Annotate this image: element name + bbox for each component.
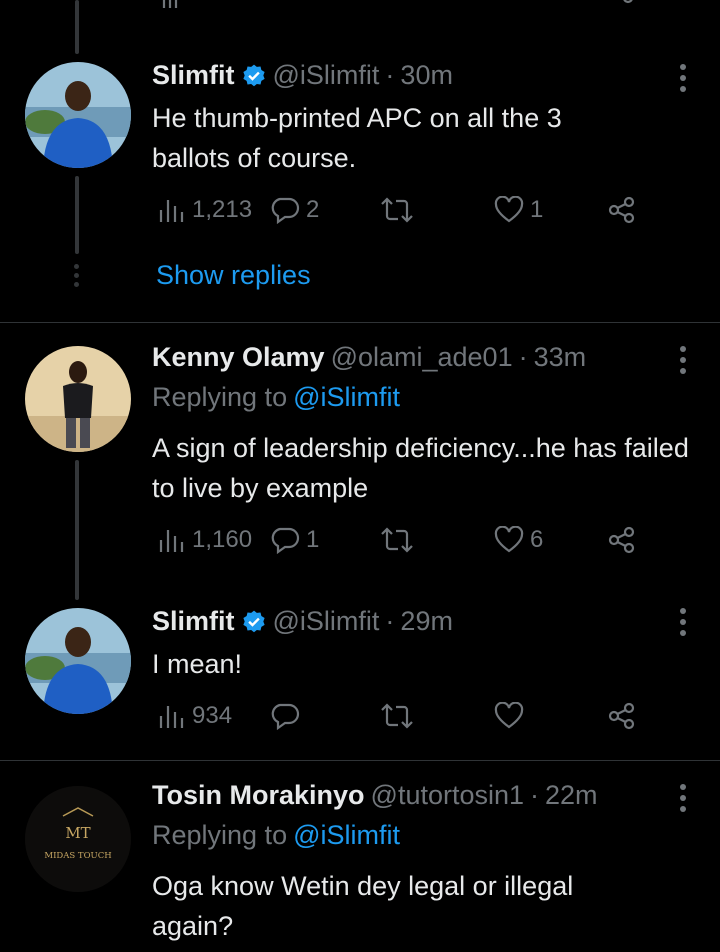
share-icon	[608, 702, 635, 730]
like-button[interactable]: 6	[494, 526, 543, 554]
replying-handle-link[interactable]: @iSlimfit	[293, 382, 400, 413]
separator: ·	[530, 780, 540, 810]
replying-label: Replying to	[152, 382, 288, 412]
reply-button[interactable]	[270, 702, 306, 730]
reply-icon	[271, 527, 300, 554]
tweet-header: Slimfit @iSlimfit · 30m	[152, 60, 459, 91]
reply-button[interactable]: 1	[270, 526, 319, 554]
timestamp[interactable]: 29m	[400, 606, 453, 637]
avatar-logo-text: MIDAS TOUCH	[44, 851, 111, 861]
more-options-icon[interactable]	[678, 346, 688, 374]
avatar[interactable]	[25, 346, 131, 452]
tweet-text: I mean!	[152, 649, 243, 679]
share-icon	[608, 196, 635, 224]
retweet-button[interactable]	[380, 702, 420, 730]
heart-icon	[494, 526, 524, 553]
timestamp[interactable]: 22m	[545, 780, 598, 811]
retweet-icon	[381, 197, 413, 223]
heart-icon	[494, 702, 524, 729]
timestamp[interactable]: 30m	[400, 60, 453, 91]
retweet-icon	[381, 703, 413, 729]
display-name[interactable]: Tosin Morakinyo	[152, 780, 365, 811]
tweet-header: Tosin Morakinyo @tutortosin1 · 22m	[152, 780, 604, 811]
retweet-button[interactable]	[380, 526, 420, 554]
replying-handle-link[interactable]: @iSlimfit	[293, 820, 400, 851]
handle[interactable]: @olami_ade01	[331, 342, 513, 373]
display-name[interactable]: Kenny Olamy	[152, 342, 325, 373]
share-button[interactable]	[608, 702, 636, 730]
reply-button[interactable]: 2	[270, 196, 319, 224]
tweet-text: A sign of leadership deficiency...he has…	[152, 433, 689, 503]
reply-icon[interactable]	[282, 0, 302, 6]
share-icon[interactable]	[616, 0, 640, 10]
action-bar: 934	[152, 702, 652, 742]
thread-gap-dots	[74, 264, 79, 287]
view-count: 934	[192, 702, 233, 729]
separator: ·	[385, 606, 395, 636]
avatar[interactable]	[25, 608, 131, 714]
retweet-icon[interactable]	[388, 0, 418, 10]
avatar[interactable]: MT MIDAS TOUCH	[25, 786, 131, 892]
handle[interactable]: @tutortosin1	[371, 780, 524, 811]
retweet-button[interactable]	[380, 196, 420, 224]
handle[interactable]: @iSlimfit	[273, 60, 380, 91]
display-name[interactable]: Slimfit	[152, 60, 235, 91]
handle[interactable]: @iSlimfit	[273, 606, 380, 637]
avatar-logo-monogram: MT	[65, 824, 90, 842]
show-replies-link[interactable]: Show replies	[156, 260, 311, 291]
reply-icon	[271, 703, 300, 730]
share-icon	[608, 526, 635, 554]
replying-to: Replying to @iSlimfit	[152, 382, 406, 413]
separator: ·	[385, 60, 395, 90]
more-options-icon[interactable]	[678, 784, 688, 812]
views-button[interactable]: 1,213	[158, 196, 252, 224]
replying-to: Replying to @iSlimfit	[152, 820, 406, 851]
view-count: 1,213	[192, 196, 253, 223]
views-icon	[159, 200, 184, 222]
share-button[interactable]	[608, 526, 636, 554]
more-options-icon[interactable]	[678, 64, 688, 92]
views-button[interactable]: 934	[158, 702, 232, 730]
view-count: 1,160	[192, 526, 253, 553]
like-count: 1	[530, 196, 544, 223]
thread-line-2	[75, 460, 79, 600]
views-icon	[159, 706, 184, 728]
display-name[interactable]: Slimfit	[152, 606, 235, 637]
divider	[0, 322, 720, 323]
like-count: 6	[530, 526, 544, 553]
views-icon	[159, 530, 184, 552]
thread-line-top	[75, 0, 79, 54]
views-icon	[162, 0, 178, 8]
views-button[interactable]: 1,160	[158, 526, 252, 554]
like-button[interactable]: 1	[494, 196, 543, 224]
thread-line-1	[75, 176, 79, 254]
tweet-header: Kenny Olamy @olami_ade01 · 33m	[152, 342, 592, 373]
reply-count: 1	[306, 526, 320, 553]
tweet-text: He thumb-printed APC on all the 3 ballot…	[152, 103, 562, 173]
retweet-icon	[381, 527, 413, 553]
tweet-header: Slimfit @iSlimfit · 29m	[152, 606, 459, 637]
verified-badge-icon	[242, 610, 265, 632]
divider	[0, 760, 720, 761]
separator: ·	[518, 342, 528, 372]
heart-icon	[494, 196, 524, 223]
timestamp[interactable]: 33m	[534, 342, 587, 373]
reply-icon	[271, 197, 300, 224]
partial-action-row	[160, 0, 660, 10]
share-button[interactable]	[608, 196, 636, 224]
avatar[interactable]	[25, 62, 131, 168]
verified-badge-icon	[242, 64, 265, 86]
like-button[interactable]	[494, 702, 530, 730]
action-bar: 1,213 2 1	[152, 196, 652, 236]
tweet-text: Oga know Wetin dey legal or illegal agai…	[152, 871, 574, 941]
action-bar: 1,160 1 6	[152, 526, 652, 566]
replying-label: Replying to	[152, 820, 288, 850]
reply-count: 2	[306, 196, 320, 223]
more-options-icon[interactable]	[678, 608, 688, 636]
